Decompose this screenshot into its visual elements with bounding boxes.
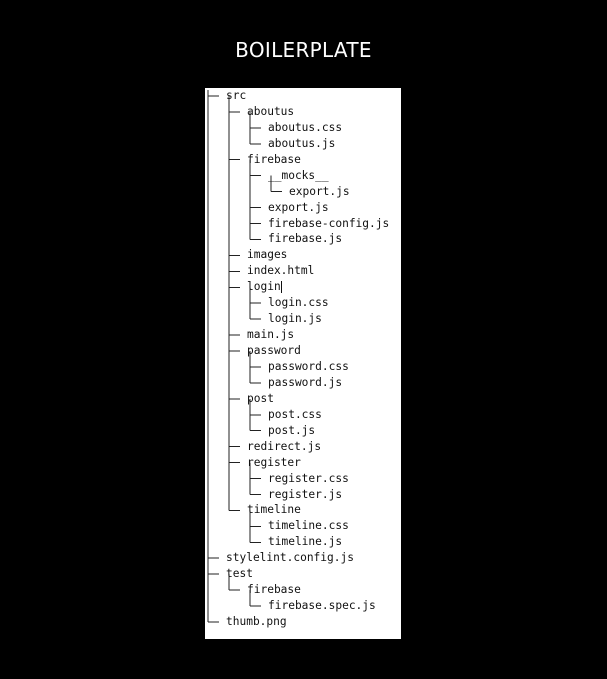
tree-item: firebase <box>247 152 301 166</box>
tree-item: timeline <box>247 503 301 517</box>
tree-item: password <box>247 344 301 358</box>
tree-item: aboutus.js <box>268 136 336 150</box>
tree-item: aboutus <box>247 104 295 118</box>
tree-root-item: src <box>226 89 247 102</box>
tree-item: login.js <box>268 312 322 326</box>
tree-item: index.html <box>247 264 315 278</box>
tree-item: __mocks__ <box>268 168 329 182</box>
text-cursor <box>280 281 282 294</box>
tree-item: firebase <box>247 583 301 597</box>
tree-item: export.js <box>268 200 329 214</box>
tree-item: main.js <box>247 328 295 342</box>
tree-item: password.css <box>268 359 349 373</box>
tree-item: timeline.js <box>268 535 343 549</box>
tree-root-item: test <box>226 567 253 581</box>
page: BOILERPLATE src aboutus aboutus.css aboutus… <box>0 0 607 679</box>
file-tree-panel: src aboutus aboutus.css aboutus.js firebase _… <box>205 88 401 639</box>
tree-item: login.css <box>268 296 329 310</box>
tree-item: register <box>247 455 301 469</box>
tree-item: redirect.js <box>247 439 322 453</box>
tree-root-item: thumb.png <box>226 615 287 629</box>
tree-item: timeline.css <box>268 519 349 533</box>
tree-item: login <box>247 280 281 294</box>
tree-item: firebase.js <box>268 232 343 246</box>
diagram-title: BOILERPLATE <box>235 38 372 62</box>
tree-item: register.js <box>268 487 343 501</box>
tree-item: firebase-config.js <box>268 216 390 230</box>
tree-item: aboutus.css <box>268 120 343 134</box>
tree-item: post.js <box>268 423 316 437</box>
tree-root-item: stylelint.config.js <box>226 551 354 565</box>
tree-item: firebase.spec.js <box>268 599 376 613</box>
tree-item: post <box>247 391 274 405</box>
tree-item: post.css <box>268 407 322 421</box>
tree-item: export.js <box>289 184 350 198</box>
tree-item: register.css <box>268 471 349 485</box>
tree-item: password.js <box>268 375 343 389</box>
tree-item: images <box>247 248 288 262</box>
